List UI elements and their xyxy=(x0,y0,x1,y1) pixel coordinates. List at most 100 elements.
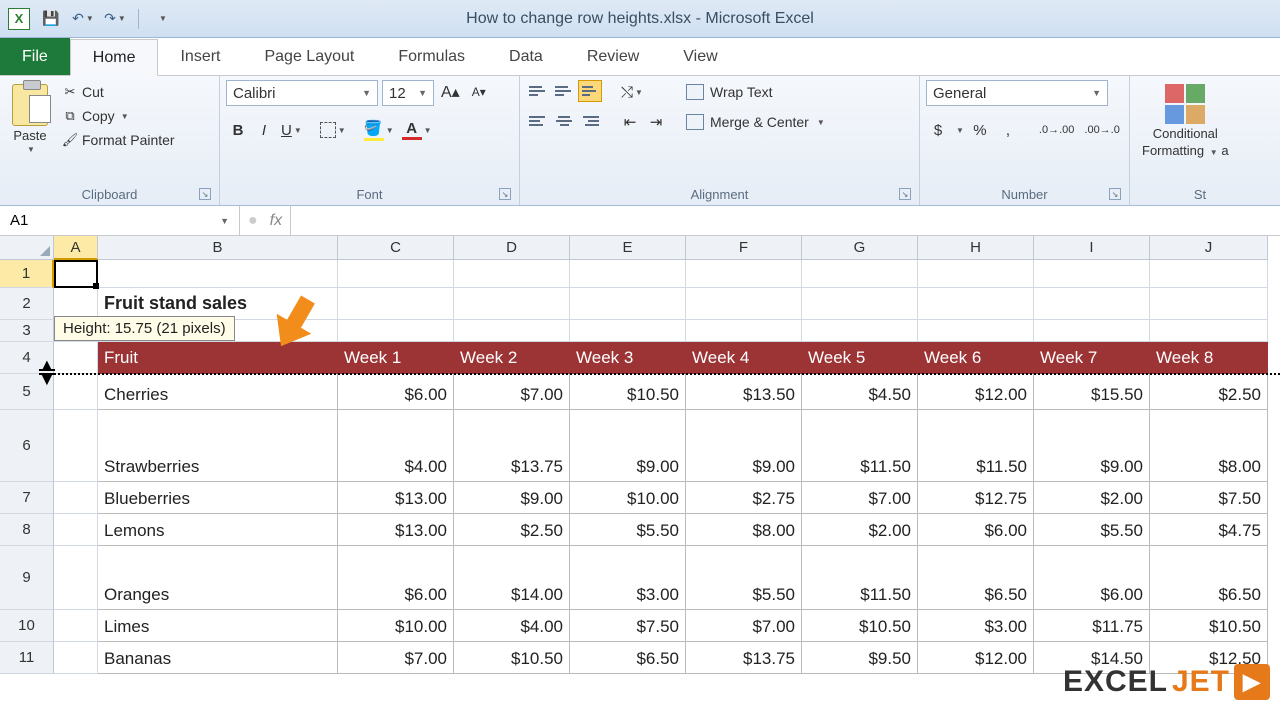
cell-A1[interactable] xyxy=(54,260,98,288)
col-header-A[interactable]: A xyxy=(54,236,98,260)
row-header-3[interactable]: 3 xyxy=(0,320,54,342)
cell-A5[interactable] xyxy=(54,374,98,410)
increase-indent-button[interactable]: ⇥ xyxy=(644,110,668,134)
col-header-H[interactable]: H xyxy=(918,236,1034,260)
tab-review[interactable]: Review xyxy=(565,38,661,75)
row-header-7[interactable]: 7 xyxy=(0,482,54,514)
cell-J8[interactable]: $4.75 xyxy=(1150,514,1268,546)
cell-I5[interactable]: $15.50 xyxy=(1034,374,1150,410)
comma-format-button[interactable]: , xyxy=(996,118,1020,142)
cell-E7[interactable]: $10.00 xyxy=(570,482,686,514)
cell-G8[interactable]: $2.00 xyxy=(802,514,918,546)
clipboard-launcher[interactable]: ↘ xyxy=(199,188,211,200)
cell-G4[interactable]: Week 5 xyxy=(802,342,918,374)
col-header-I[interactable]: I xyxy=(1034,236,1150,260)
grow-font-button[interactable]: A▴ xyxy=(438,80,463,104)
cell-J10[interactable]: $10.50 xyxy=(1150,610,1268,642)
cell-D7[interactable]: $9.00 xyxy=(454,482,570,514)
percent-format-button[interactable]: % xyxy=(968,118,992,142)
row-header-9[interactable]: 9 xyxy=(0,546,54,610)
formula-input[interactable] xyxy=(291,206,1280,235)
cell-H5[interactable]: $12.00 xyxy=(918,374,1034,410)
cell-D6[interactable]: $13.75 xyxy=(454,410,570,482)
decrease-decimal-button[interactable]: .00→.0 xyxy=(1081,118,1122,142)
cell-G10[interactable]: $10.50 xyxy=(802,610,918,642)
col-header-J[interactable]: J xyxy=(1150,236,1268,260)
redo-button[interactable]: ↷▼ xyxy=(104,8,126,30)
cell-J5[interactable]: $2.50 xyxy=(1150,374,1268,410)
cell-J2[interactable] xyxy=(1150,288,1268,320)
cell-I4[interactable]: Week 7 xyxy=(1034,342,1150,374)
cell-H2[interactable] xyxy=(918,288,1034,320)
select-all-corner[interactable] xyxy=(0,236,54,260)
accounting-format-button[interactable]: $ xyxy=(926,118,950,142)
cell-F3[interactable] xyxy=(686,320,802,342)
cell-A6[interactable] xyxy=(54,410,98,482)
borders-button[interactable]: ▼ xyxy=(317,118,349,142)
col-header-B[interactable]: B xyxy=(98,236,338,260)
tab-view[interactable]: View xyxy=(661,38,739,75)
decrease-indent-button[interactable]: ⇤ xyxy=(618,110,642,134)
cell-G1[interactable] xyxy=(802,260,918,288)
cell-B5[interactable]: Cherries xyxy=(98,374,338,410)
cell-G2[interactable] xyxy=(802,288,918,320)
cell-C2[interactable] xyxy=(338,288,454,320)
align-top-button[interactable] xyxy=(526,80,550,102)
cell-H4[interactable]: Week 6 xyxy=(918,342,1034,374)
cell-H10[interactable]: $3.00 xyxy=(918,610,1034,642)
cell-I10[interactable]: $11.75 xyxy=(1034,610,1150,642)
cell-G11[interactable]: $9.50 xyxy=(802,642,918,674)
cell-B8[interactable]: Lemons xyxy=(98,514,338,546)
cell-H7[interactable]: $12.75 xyxy=(918,482,1034,514)
cell-D11[interactable]: $10.50 xyxy=(454,642,570,674)
row-header-1[interactable]: 1 xyxy=(0,260,54,288)
col-header-E[interactable]: E xyxy=(570,236,686,260)
cell-B6[interactable]: Strawberries xyxy=(98,410,338,482)
cell-A8[interactable] xyxy=(54,514,98,546)
cell-I1[interactable] xyxy=(1034,260,1150,288)
font-color-button[interactable]: A▼ xyxy=(399,118,435,142)
col-header-C[interactable]: C xyxy=(338,236,454,260)
cell-H9[interactable]: $6.50 xyxy=(918,546,1034,610)
cell-D9[interactable]: $14.00 xyxy=(454,546,570,610)
row-header-10[interactable]: 10 xyxy=(0,610,54,642)
cell-E9[interactable]: $3.00 xyxy=(570,546,686,610)
cell-D3[interactable] xyxy=(454,320,570,342)
cell-I6[interactable]: $9.00 xyxy=(1034,410,1150,482)
cell-C11[interactable]: $7.00 xyxy=(338,642,454,674)
cell-F6[interactable]: $9.00 xyxy=(686,410,802,482)
cell-D5[interactable]: $7.00 xyxy=(454,374,570,410)
sheet-grid[interactable]: ABCDEFGHIJ12Fruit stand sales34FruitWeek… xyxy=(0,236,1280,674)
cell-F1[interactable] xyxy=(686,260,802,288)
cell-J1[interactable] xyxy=(1150,260,1268,288)
tab-formulas[interactable]: Formulas xyxy=(376,38,487,75)
cell-C4[interactable]: Week 1 xyxy=(338,342,454,374)
number-launcher[interactable]: ↘ xyxy=(1109,188,1121,200)
wrap-text-button[interactable]: Wrap Text xyxy=(680,80,831,104)
align-left-button[interactable] xyxy=(526,110,550,132)
cell-F11[interactable]: $13.75 xyxy=(686,642,802,674)
cell-A10[interactable] xyxy=(54,610,98,642)
font-size-combo[interactable]: 12▼ xyxy=(382,80,434,106)
cell-C8[interactable]: $13.00 xyxy=(338,514,454,546)
fx-icon[interactable]: fx xyxy=(270,212,282,230)
cell-J6[interactable]: $8.00 xyxy=(1150,410,1268,482)
orientation-button[interactable]: ⤭▼ xyxy=(618,80,646,104)
align-center-button[interactable] xyxy=(552,110,576,132)
cell-F4[interactable]: Week 4 xyxy=(686,342,802,374)
cell-G9[interactable]: $11.50 xyxy=(802,546,918,610)
cell-B10[interactable]: Limes xyxy=(98,610,338,642)
cell-H6[interactable]: $11.50 xyxy=(918,410,1034,482)
cell-E1[interactable] xyxy=(570,260,686,288)
cell-D10[interactable]: $4.00 xyxy=(454,610,570,642)
cell-E5[interactable]: $10.50 xyxy=(570,374,686,410)
cell-E10[interactable]: $7.50 xyxy=(570,610,686,642)
font-launcher[interactable]: ↘ xyxy=(499,188,511,200)
cell-F9[interactable]: $5.50 xyxy=(686,546,802,610)
cell-F7[interactable]: $2.75 xyxy=(686,482,802,514)
cell-G3[interactable] xyxy=(802,320,918,342)
cell-C1[interactable] xyxy=(338,260,454,288)
cell-F8[interactable]: $8.00 xyxy=(686,514,802,546)
cell-E4[interactable]: Week 3 xyxy=(570,342,686,374)
cell-H1[interactable] xyxy=(918,260,1034,288)
